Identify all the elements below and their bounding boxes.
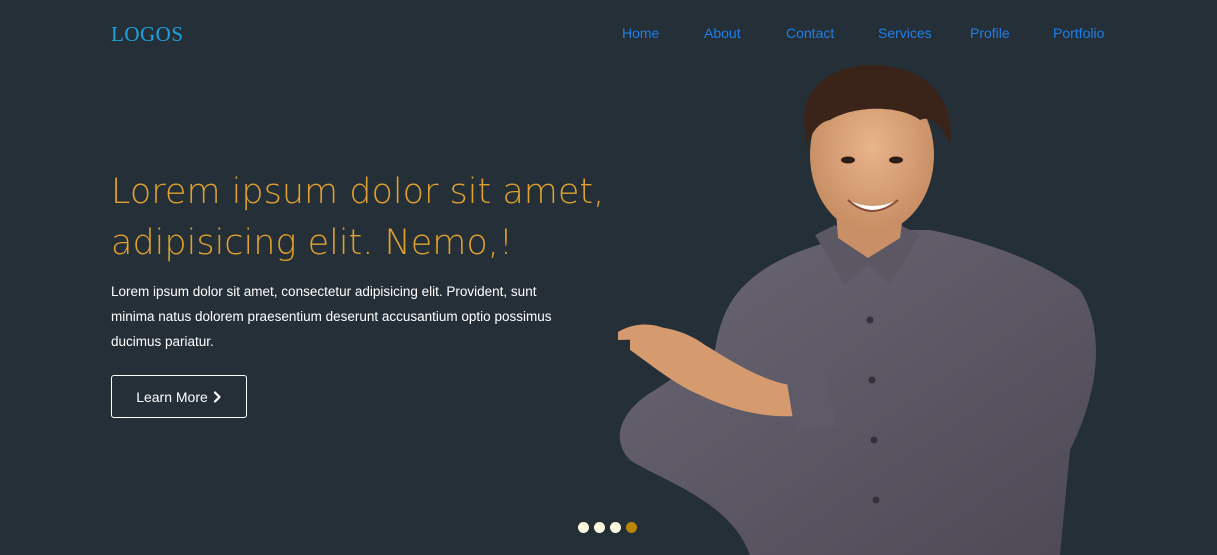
chevron-right-icon — [213, 390, 221, 403]
hero-title: Lorem ipsum dolor sit amet, adipisicing … — [111, 172, 605, 263]
carousel-dot-1[interactable] — [578, 522, 589, 533]
hero-description: Lorem ipsum dolor sit amet, consectetur … — [111, 284, 552, 349]
main-nav: Home About Contact Services Profile Port… — [0, 25, 1217, 45]
carousel-indicators — [578, 522, 637, 533]
carousel-dot-3[interactable] — [610, 522, 621, 533]
hero-person-image — [618, 65, 1097, 555]
learn-more-label: Learn More — [136, 388, 208, 405]
nav-item-profile[interactable]: Profile — [970, 25, 1010, 41]
nav-item-about[interactable]: About — [704, 25, 741, 41]
carousel-dot-2[interactable] — [594, 522, 605, 533]
nav-item-home[interactable]: Home — [622, 25, 659, 41]
carousel-dot-4-active[interactable] — [626, 522, 637, 533]
nav-item-services[interactable]: Services — [878, 25, 932, 41]
nav-item-contact[interactable]: Contact — [786, 25, 834, 41]
learn-more-button[interactable]: Learn More — [111, 375, 247, 418]
nav-item-portfolio[interactable]: Portfolio — [1053, 25, 1104, 41]
